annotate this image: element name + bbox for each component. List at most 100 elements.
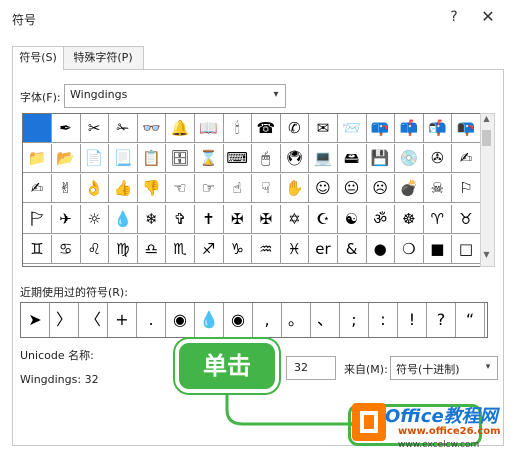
recent-symbol-cell[interactable]: ; bbox=[340, 303, 369, 337]
symbol-cell[interactable]: ✋ bbox=[280, 174, 310, 204]
recent-symbol-cell[interactable]: ! bbox=[398, 303, 427, 337]
symbol-cell[interactable]: ⌛ bbox=[194, 144, 224, 174]
recent-symbol-cell[interactable]: ◉ bbox=[224, 303, 253, 337]
symbol-cell[interactable]: 📁 bbox=[23, 144, 52, 174]
symbol-cell[interactable]: ☎ bbox=[251, 114, 281, 143]
symbol-cell[interactable]: ✝ bbox=[194, 204, 224, 234]
symbol-cell[interactable]: 📂 bbox=[51, 144, 81, 174]
symbol-cell[interactable]: 👎 bbox=[137, 174, 167, 204]
symbol-cell[interactable]: ✈ bbox=[51, 204, 81, 234]
symbol-cell[interactable]: ♊ bbox=[23, 234, 52, 264]
symbol-cell[interactable]: ☺ bbox=[309, 174, 338, 204]
symbol-cell[interactable]: 📖 bbox=[194, 114, 224, 143]
symbol-cell[interactable]: ✌ bbox=[51, 174, 81, 204]
symbol-cell[interactable]: ♌ bbox=[80, 234, 110, 264]
recent-symbols-row[interactable]: ➤ 〉〈 +. ◉ 💧 ◉,。、;:!? “ bbox=[20, 302, 488, 338]
symbol-cell[interactable]: 💾 bbox=[366, 144, 396, 174]
symbol-cell[interactable]: 🏱 bbox=[23, 204, 52, 234]
symbol-cell[interactable]: ☯ bbox=[337, 204, 367, 234]
recent-symbol-cell[interactable]: 、 bbox=[311, 303, 340, 337]
symbol-cell[interactable]: 📃 bbox=[108, 144, 138, 174]
symbol-cell[interactable]: ✉ bbox=[309, 114, 338, 143]
symbol-cell[interactable]: 📭 bbox=[452, 114, 481, 143]
symbol-cell[interactable]: ♍ bbox=[108, 234, 138, 264]
symbol-cell[interactable]: 🗄 bbox=[166, 144, 195, 174]
close-icon[interactable]: ✕ bbox=[478, 7, 498, 27]
symbol-cell[interactable]: ♒ bbox=[251, 234, 281, 264]
symbol-grid[interactable]: ✒ ✂ ✁ 👓 🔔 📖 🕯 ☎ ✆ ✉ 📨 📪 📫 📬 📭 📁 📂 📄 📃 📋 🗄 ⌛ ⌨ 🖱 🖲 💻 🖴 💾 💿 ✇ ✍ ✍ ✌ 👌 👍 👎 ☜ ☞ ☝ ☟… bbox=[22, 113, 482, 267]
scroll-thumb[interactable] bbox=[482, 130, 491, 146]
symbol-cell[interactable]: 📬 bbox=[423, 114, 453, 143]
recent-symbol-cell[interactable]: 💧 bbox=[195, 303, 224, 337]
recent-symbol-cell[interactable]: . bbox=[137, 303, 166, 337]
symbol-cell[interactable]: 📨 bbox=[337, 114, 367, 143]
symbol-cell[interactable]: ✠ bbox=[223, 204, 253, 234]
symbol-cell[interactable]: ✒ bbox=[51, 114, 81, 143]
symbol-cell[interactable]: 💣 bbox=[394, 174, 424, 204]
recent-symbol-cell[interactable]: 〈 bbox=[79, 303, 108, 337]
symbol-cell[interactable]: 💻 bbox=[309, 144, 338, 174]
symbol-cell[interactable]: ♓ bbox=[280, 234, 310, 264]
symbol-cell[interactable]: ✆ bbox=[280, 114, 310, 143]
recent-symbol-cell[interactable]: + bbox=[108, 303, 137, 337]
symbol-cell[interactable]: ☝ bbox=[223, 174, 253, 204]
symbol-cell[interactable]: ♐ bbox=[194, 234, 224, 264]
tab-symbols[interactable]: 符号(S) bbox=[12, 46, 64, 70]
symbol-cell[interactable]: ✞ bbox=[166, 204, 195, 234]
symbol-cell[interactable]: 🔔 bbox=[166, 114, 195, 143]
recent-symbol-cell[interactable]: ? bbox=[427, 303, 456, 337]
recent-symbol-cell[interactable]: ◉ bbox=[166, 303, 195, 337]
scroll-down-icon[interactable]: ▼ bbox=[480, 250, 493, 264]
symbol-cell[interactable]: ☜ bbox=[166, 174, 195, 204]
symbol-cell[interactable]: ♎ bbox=[137, 234, 167, 264]
chevron-down-icon[interactable]: ▾ bbox=[268, 85, 284, 105]
help-icon[interactable]: ? bbox=[446, 9, 462, 27]
symbol-cell[interactable]: ☼ bbox=[80, 204, 110, 234]
symbol-cell[interactable]: 👌 bbox=[80, 174, 110, 204]
symbol-cell[interactable]: ☞ bbox=[194, 174, 224, 204]
symbol-cell[interactable]: ✂ bbox=[80, 114, 110, 143]
symbol-cell[interactable]: □ bbox=[452, 234, 481, 264]
symbol-cell[interactable]: ♈ bbox=[423, 204, 453, 234]
symbol-cell[interactable]: 👍 bbox=[108, 174, 138, 204]
symbol-cell[interactable]: 💿 bbox=[394, 144, 424, 174]
symbol-cell[interactable]: ♋ bbox=[51, 234, 81, 264]
symbol-cell[interactable]: ☟ bbox=[251, 174, 281, 204]
symbol-cell[interactable]: ☹ bbox=[366, 174, 396, 204]
symbol-cell[interactable]: ■ bbox=[423, 234, 453, 264]
symbol-cell[interactable]: 📪 bbox=[366, 114, 396, 143]
tab-special-characters[interactable]: 特殊字符(P) bbox=[62, 46, 144, 69]
symbol-cell[interactable]: 🖲 bbox=[280, 144, 310, 174]
symbol-cell[interactable]: 👓 bbox=[137, 114, 167, 143]
symbol-cell[interactable]: 📄 bbox=[80, 144, 110, 174]
symbol-cell[interactable]: 🕯 bbox=[223, 114, 253, 143]
recent-symbol-cell[interactable]: 〉 bbox=[50, 303, 79, 337]
symbol-cell[interactable]: ☸ bbox=[394, 204, 424, 234]
symbol-cell[interactable]: ✍ bbox=[23, 174, 52, 204]
symbol-cell[interactable]: 💧 bbox=[108, 204, 138, 234]
symbol-cell[interactable]: ♑ bbox=[223, 234, 253, 264]
symbol-cell[interactable]: 😐 bbox=[337, 174, 367, 204]
scroll-up-icon[interactable]: ▲ bbox=[480, 114, 493, 128]
symbol-cell[interactable]: ❄ bbox=[137, 204, 167, 234]
symbol-cell[interactable]: 📋 bbox=[137, 144, 167, 174]
symbol-cell[interactable]: ☪ bbox=[309, 204, 338, 234]
symbol-cell[interactable]: ✍ bbox=[452, 144, 481, 174]
symbol-cell[interactable]: ✠ bbox=[251, 204, 281, 234]
symbol-cell[interactable]: 📫 bbox=[394, 114, 424, 143]
symbol-cell[interactable]: & bbox=[337, 234, 367, 264]
symbol-cell[interactable]: ⌨ bbox=[223, 144, 253, 174]
recent-symbol-cell[interactable]: ➤ bbox=[21, 303, 50, 337]
symbol-cell[interactable]: er bbox=[309, 234, 338, 264]
recent-symbol-cell[interactable]: , bbox=[253, 303, 282, 337]
chevron-down-icon[interactable]: ▾ bbox=[481, 357, 495, 377]
symbol-cell[interactable]: 🖴 bbox=[337, 144, 367, 174]
recent-symbol-cell[interactable]: : bbox=[369, 303, 398, 337]
symbol-cell[interactable]: ❍ bbox=[394, 234, 424, 264]
symbol-cell[interactable] bbox=[23, 114, 52, 143]
symbol-cell[interactable]: 🖱 bbox=[251, 144, 281, 174]
symbol-cell[interactable]: ⚐ bbox=[452, 174, 481, 204]
recent-symbol-cell[interactable]: 。 bbox=[282, 303, 311, 337]
symbol-cell[interactable]: ♉ bbox=[452, 204, 481, 234]
recent-symbol-cell[interactable]: “ bbox=[456, 303, 485, 337]
